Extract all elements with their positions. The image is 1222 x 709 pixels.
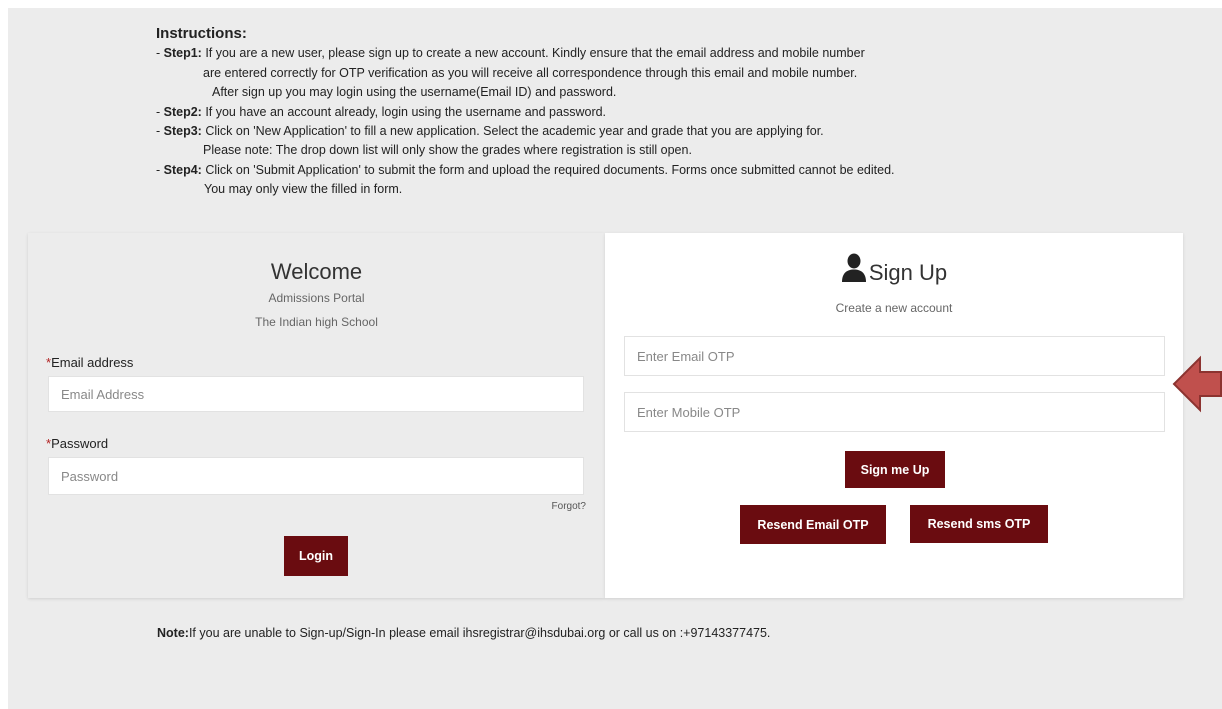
- step3-line: - Step3: Click on 'New Application' to f…: [156, 122, 1056, 141]
- step3-text: Click on 'New Application' to fill a new…: [201, 124, 824, 139]
- step1-line3: After sign up you may login using the us…: [212, 85, 617, 100]
- login-panel: Welcome Admissions Portal The Indian hig…: [28, 233, 605, 598]
- email-label: *Email address: [46, 355, 133, 370]
- step3-line2: Please note: The drop down list will onl…: [203, 143, 692, 158]
- password-label-text: Password: [51, 436, 109, 451]
- note-text: If you are unable to Sign-up/Sign-In ple…: [188, 626, 771, 640]
- email-otp-input[interactable]: [624, 336, 1165, 376]
- user-icon: [841, 253, 867, 283]
- step3-label: Step3:: [163, 124, 202, 139]
- mobile-otp-input[interactable]: [624, 392, 1165, 432]
- sign-me-up-button[interactable]: Sign me Up: [845, 451, 945, 488]
- step-prefix: -: [156, 162, 164, 177]
- step4-line2: You may only view the filled in form.: [204, 182, 403, 197]
- resend-sms-otp-button[interactable]: Resend sms OTP: [910, 505, 1048, 543]
- signup-panel: Sign Up Create a new account Sign me Up …: [605, 233, 1183, 598]
- step2-label: Step2:: [163, 104, 202, 119]
- school-subtitle: The Indian high School: [255, 315, 378, 329]
- forgot-password-link[interactable]: Forgot?: [538, 501, 586, 512]
- password-label: *Password: [46, 436, 108, 451]
- step4-text: Click on 'Submit Application' to submit …: [201, 162, 895, 177]
- step4-label: Step4:: [163, 162, 202, 177]
- step1-label: Step1:: [163, 46, 202, 61]
- instructions-block: Instructions: - Step1: If you are a new …: [156, 24, 1056, 200]
- portal-subtitle: Admissions Portal: [268, 291, 365, 305]
- help-note: Note:If you are unable to Sign-up/Sign-I…: [157, 626, 770, 640]
- step1-line2: are entered correctly for OTP verificati…: [203, 65, 858, 80]
- step2-text: If you have an account already, login us…: [201, 104, 607, 119]
- step2-line: - Step2: If you have an account already,…: [156, 103, 1056, 122]
- resend-email-otp-button[interactable]: Resend Email OTP: [740, 505, 886, 544]
- left-arrow-icon: [1172, 355, 1222, 413]
- signup-heading: Sign Up: [605, 253, 1183, 286]
- email-label-text: Email address: [51, 355, 134, 370]
- note-label: Note:: [157, 626, 189, 640]
- step4-line: - Step4: Click on 'Submit Application' t…: [156, 161, 1056, 180]
- email-input[interactable]: [48, 376, 584, 412]
- step-prefix: -: [156, 124, 164, 139]
- signup-subtitle: Create a new account: [835, 301, 953, 315]
- password-input[interactable]: [48, 457, 584, 495]
- login-button[interactable]: Login: [284, 536, 348, 576]
- signup-title: Sign Up: [868, 260, 948, 285]
- welcome-title: Welcome: [270, 259, 363, 284]
- step1-line: - Step1: If you are a new user, please s…: [156, 44, 1056, 63]
- step1-text: If you are a new user, please sign up to…: [201, 46, 865, 61]
- instructions-heading: Instructions:: [156, 25, 247, 42]
- step-prefix: -: [156, 104, 164, 119]
- step-prefix: -: [156, 46, 164, 61]
